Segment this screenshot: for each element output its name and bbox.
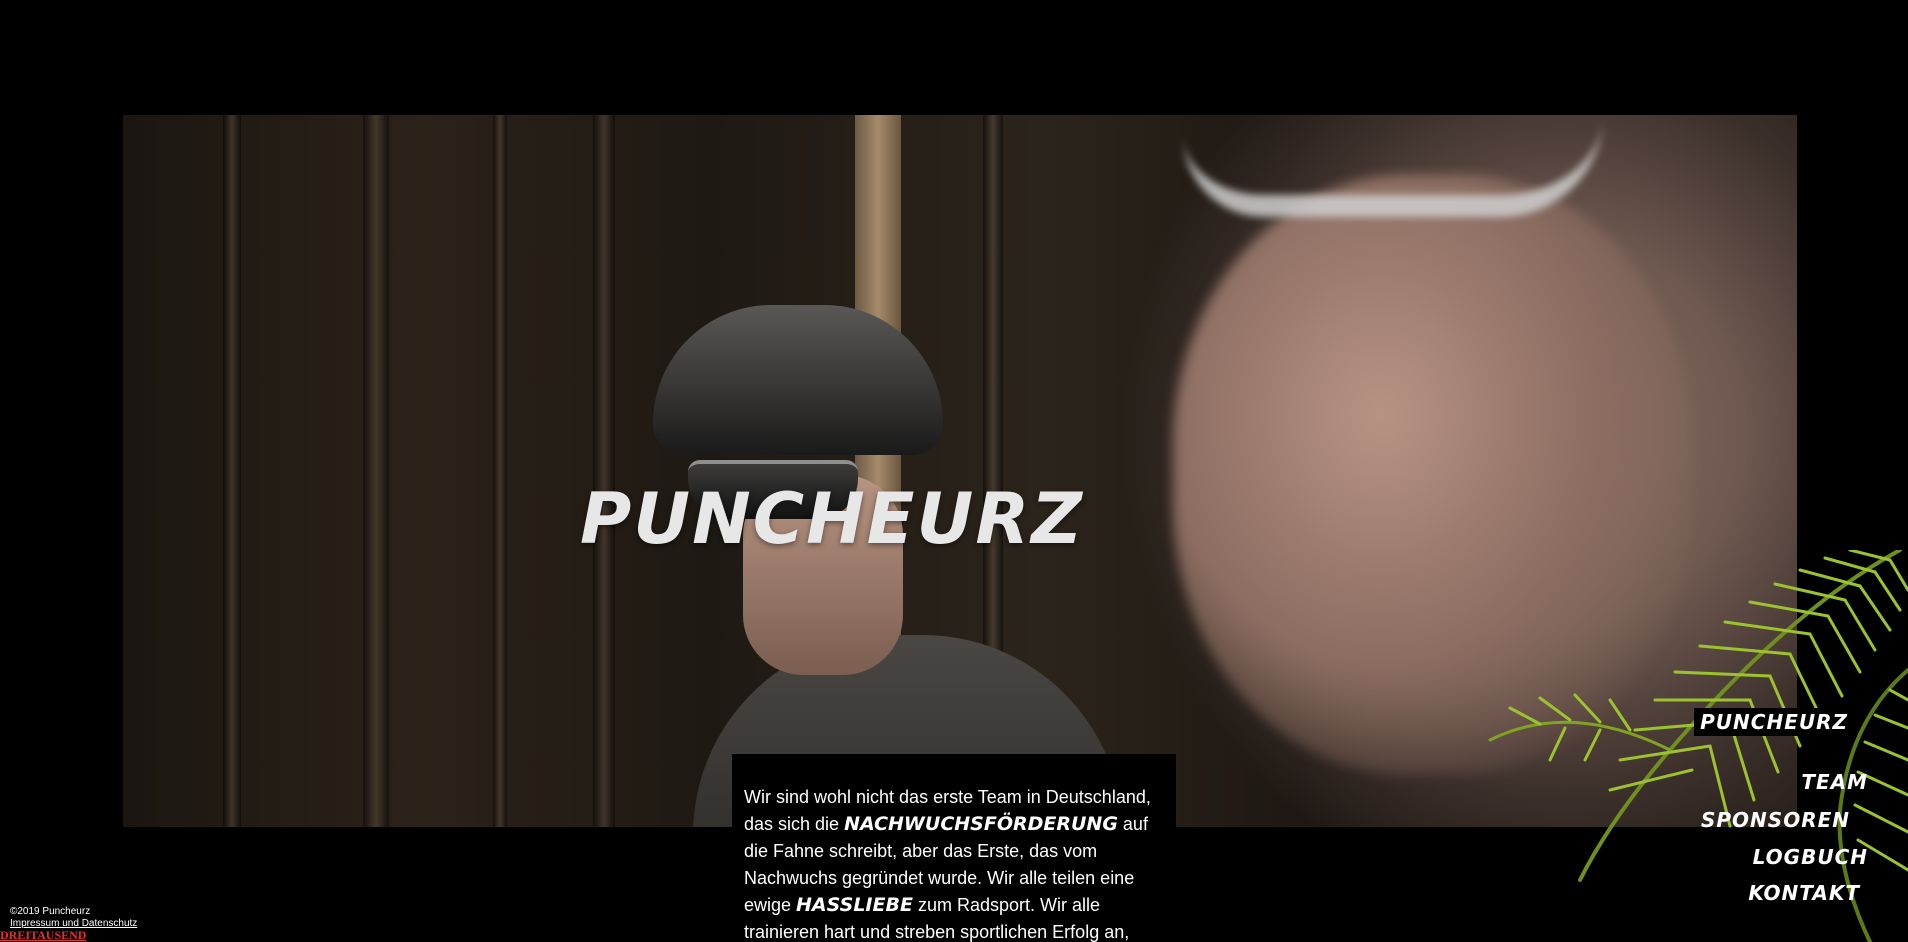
intro-emphasis: HASSLIEBE (796, 894, 913, 916)
blurred-sunglasses (1183, 115, 1603, 217)
blurred-face (1173, 175, 1693, 775)
nav-item-sponsoren[interactable]: SPONSOREN (1701, 808, 1850, 832)
nav-item-logbuch[interactable]: LOGBUCH (1753, 845, 1868, 869)
footer: ©2019 Puncheurz Impressum und Datenschut… (10, 906, 137, 930)
intro-emphasis: NACHWUCHSFÖRDERUNG (844, 813, 1118, 835)
tree-trunk (593, 115, 615, 827)
page: PUNCHEURZ Wir sind wohl nicht das erste … (0, 0, 1908, 942)
hero-photo (123, 115, 1797, 827)
tree-trunk (363, 115, 389, 827)
nav-item-kontakt[interactable]: KONTAKT (1748, 881, 1860, 905)
nav-item-team[interactable]: TEAM (1801, 770, 1868, 794)
agency-credit-link[interactable]: DREITAUSEND (0, 929, 86, 942)
tree-trunk (493, 115, 507, 827)
nav-item-puncheurz[interactable]: PUNCHEURZ (1694, 708, 1854, 736)
intro-text-box: Wir sind wohl nicht das erste Team in De… (732, 754, 1176, 942)
copyright-text: ©2019 Puncheurz (10, 906, 91, 917)
tree-trunk (223, 115, 241, 827)
hero-title: PUNCHEURZ (580, 478, 1085, 560)
